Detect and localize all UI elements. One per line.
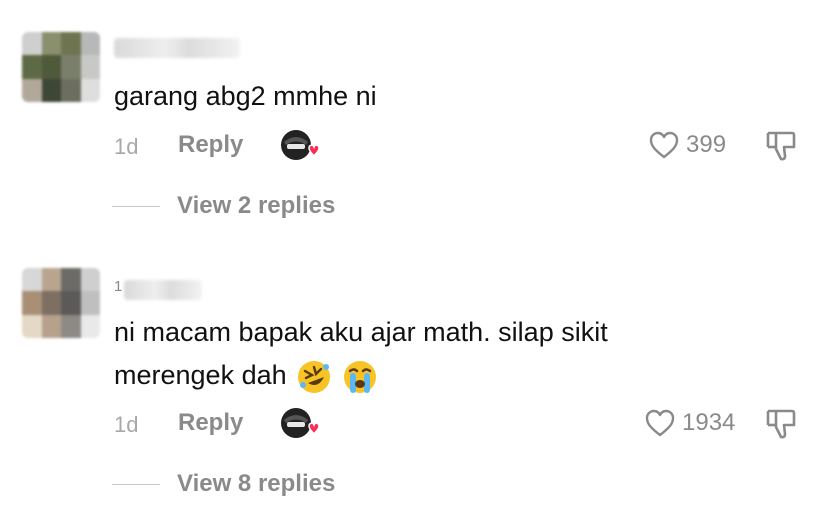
rolling-on-floor-laughing-icon: [298, 360, 331, 393]
like-group[interactable]: 1934: [644, 408, 735, 438]
username-prefix: 1: [114, 278, 123, 295]
loudly-crying-icon: [343, 360, 376, 393]
dislike-icon[interactable]: [764, 407, 798, 441]
like-count: 1934: [682, 409, 736, 436]
comment-age: 1d: [114, 412, 139, 437]
heart-outline-icon[interactable]: [644, 408, 676, 438]
reply-button[interactable]: Reply: [178, 409, 243, 437]
view-replies-divider: [112, 484, 160, 485]
avatar[interactable]: [22, 268, 100, 338]
username-blurred[interactable]: [124, 280, 202, 300]
comment-text: ni macam bapak aku ajar math. silap siki…: [114, 312, 608, 395]
creator-liked-icon: [281, 408, 320, 438]
comment-2: 1 ni macam bapak aku ajar math. silap si…: [0, 0, 827, 497]
view-replies-button[interactable]: View 8 replies: [177, 470, 335, 498]
